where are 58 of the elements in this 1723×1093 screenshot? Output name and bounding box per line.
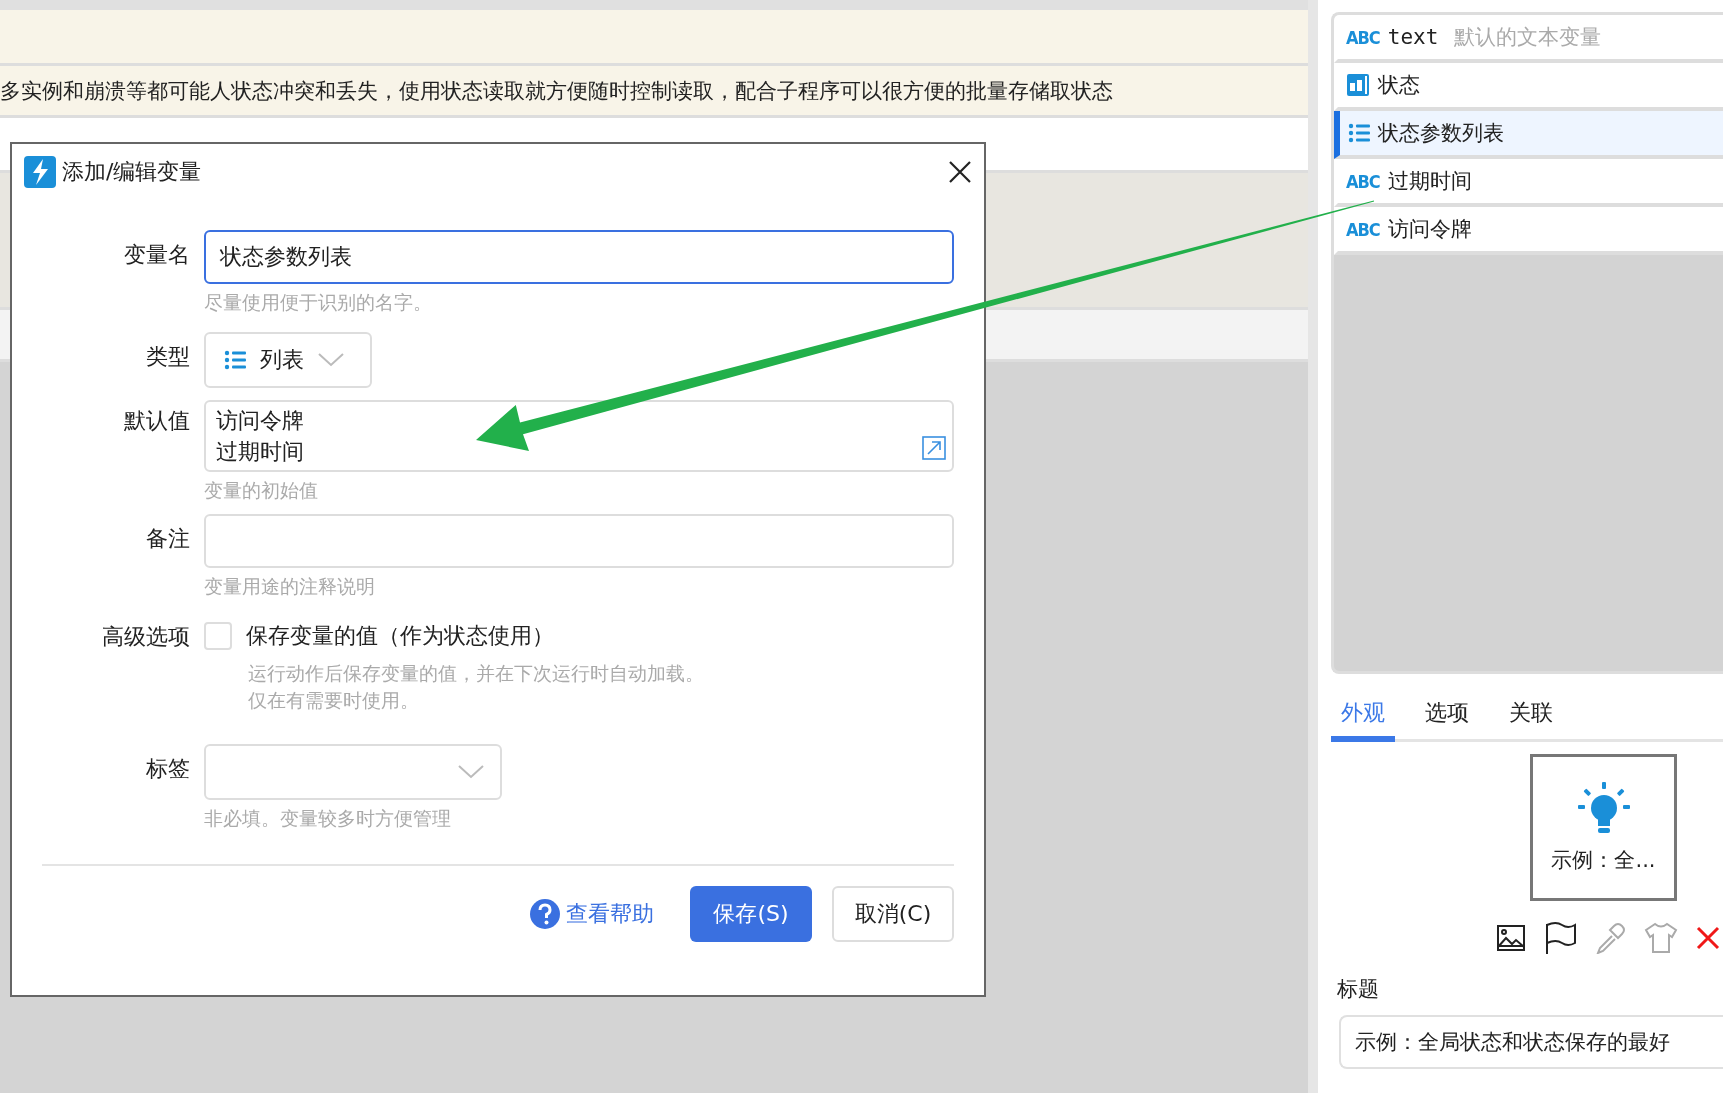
tab[interactable]: 选项 (1415, 692, 1479, 742)
preview-card[interactable]: 示例：全... (1530, 754, 1677, 901)
tab[interactable]: 外观 (1331, 692, 1395, 742)
help-link[interactable]: 查看帮助 (530, 886, 654, 942)
type-dropdown[interactable]: 列表 (204, 332, 372, 388)
help-icon (530, 899, 560, 929)
variable-name: 访问令牌 (1387, 216, 1472, 243)
field-label: 标题 (1337, 977, 1379, 1001)
variable-item[interactable]: 状态 (1334, 63, 1723, 111)
variable-item[interactable]: ABC text 默认的文本变量 (1334, 15, 1723, 63)
field-hint: 尽量使用便于识别的名字。 (204, 291, 432, 313)
text-type-icon: ABC (1346, 170, 1380, 192)
image-icon[interactable] (1496, 923, 1526, 953)
notice-text: 多实例和崩溃等都可能人状态冲突和丢失，使用状态读取就方便随时控制读取，配合子程序可以很方便的批量存储取状态 (0, 77, 1113, 105)
state-type-icon (1346, 73, 1370, 97)
list-type-icon (1348, 123, 1370, 143)
tab[interactable]: 关联 (1499, 692, 1563, 742)
flag-icon[interactable] (1544, 921, 1576, 955)
cancel-button[interactable]: 取消(C) (832, 886, 954, 942)
variable-name: 过期时间 (1387, 168, 1472, 195)
field-hint: 变量的初始值 (204, 479, 318, 501)
field-hint: 非必填。变量较多时方便管理 (204, 807, 451, 829)
variable-item[interactable]: ABC 过期时间 (1334, 159, 1723, 207)
save-button[interactable]: 保存(S) (690, 886, 812, 942)
variable-name: 状态参数列表 (1378, 120, 1504, 147)
app-logo-icon (24, 156, 56, 188)
text-type-icon: ABC (1346, 26, 1380, 48)
text-type-icon: ABC (1346, 218, 1380, 240)
variable-name: 状态 (1378, 72, 1420, 99)
variable-name: text (1387, 25, 1439, 49)
preview-caption: 示例：全... (1551, 846, 1656, 874)
variable-description: 默认的文本变量 (1454, 24, 1602, 51)
checkbox[interactable] (204, 622, 232, 650)
eyedropper-icon[interactable] (1594, 922, 1626, 954)
field-label: 高级选项 (102, 624, 190, 649)
field-label: 备注 (146, 526, 190, 551)
lightbulb-icon (1576, 781, 1631, 834)
close-icon[interactable] (948, 160, 972, 184)
delete-icon[interactable] (1696, 926, 1720, 950)
shirt-icon[interactable] (1644, 922, 1678, 954)
variable-item[interactable]: 状态参数列表 (1334, 111, 1723, 159)
note-field[interactable] (204, 514, 954, 568)
option-description: 运行动作后保存变量的值，并在下次运行时自动加载。 仅在有需要时使用。 (248, 662, 704, 711)
checkbox-label: 保存变量的值（作为状态使用） (246, 622, 554, 650)
field-hint: 变量用途的注释说明 (204, 575, 375, 597)
title-field[interactable]: 示例：全局状态和状态保存的最好 (1339, 1015, 1723, 1069)
dialog-title: 添加/编辑变量 (62, 158, 203, 186)
variable-item[interactable]: ABC 访问令牌 (1334, 207, 1723, 255)
chevron-icon (318, 353, 344, 367)
field-label: 变量名 (124, 242, 190, 267)
list-icon (224, 350, 246, 370)
field-label: 标签 (146, 756, 190, 781)
field-label: 类型 (146, 344, 190, 369)
default-value-field[interactable]: 访问令牌 过期时间 (204, 400, 954, 472)
expand-icon[interactable] (922, 436, 946, 460)
chevron-icon (458, 765, 484, 779)
variable-name-field[interactable]: 状态参数列表 (204, 230, 954, 284)
field-label: 默认值 (124, 408, 190, 433)
